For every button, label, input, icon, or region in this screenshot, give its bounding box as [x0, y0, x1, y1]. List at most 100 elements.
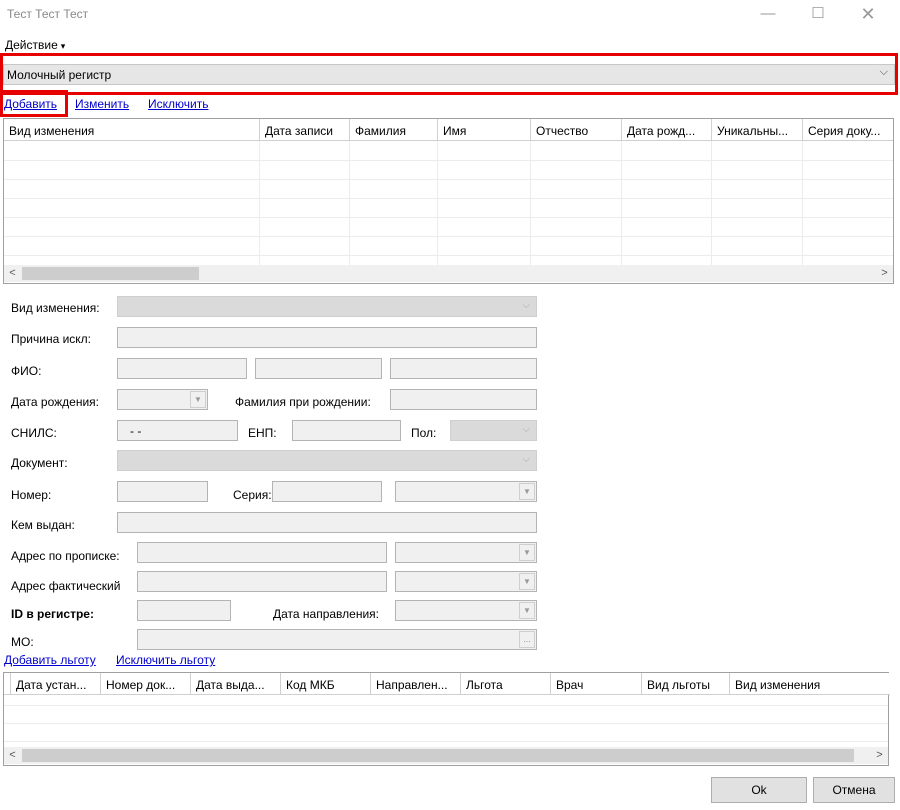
- exclude-reason-label: Причина искл:: [11, 332, 92, 346]
- column-header[interactable]: Фамилия: [350, 119, 438, 141]
- change-type-select[interactable]: ⌵: [117, 296, 537, 317]
- window-title: Тест Тест Тест: [7, 7, 89, 21]
- fact-address-field[interactable]: [137, 571, 387, 592]
- referral-date-label: Дата направления:: [273, 607, 379, 621]
- column-header[interactable]: Вид изменения: [4, 119, 260, 141]
- birth-date-label: Дата рождения:: [11, 395, 99, 409]
- mo-field[interactable]: ...: [137, 629, 537, 650]
- snils-label: СНИЛС:: [11, 426, 57, 440]
- horizontal-scrollbar[interactable]: < >: [4, 265, 893, 282]
- column-header[interactable]: Направлен...: [371, 673, 461, 695]
- grid-col-line: [711, 141, 712, 265]
- records-grid[interactable]: Вид изменения Дата записи Фамилия Имя От…: [3, 118, 894, 284]
- referral-date-picker[interactable]: ▼: [395, 600, 537, 621]
- exclude-link[interactable]: Исключить: [148, 97, 208, 111]
- column-header[interactable]: Серия доку...: [803, 119, 893, 141]
- reg-address-field[interactable]: [137, 542, 387, 563]
- scroll-thumb[interactable]: [22, 749, 854, 762]
- scroll-right-icon[interactable]: >: [871, 747, 888, 764]
- scroll-right-icon[interactable]: >: [876, 265, 893, 282]
- column-header[interactable]: Льгота: [461, 673, 551, 695]
- series-select[interactable]: ▼: [395, 481, 537, 502]
- exclude-benefit-link[interactable]: Исключить льготу: [116, 653, 215, 667]
- grid-row-line: [4, 236, 893, 237]
- benefits-grid[interactable]: Дата устан... Номер док... Дата выда... …: [3, 672, 890, 766]
- dropdown-arrow-icon[interactable]: ▼: [519, 573, 535, 590]
- register-select[interactable]: Молочный регистр ⌵: [3, 64, 895, 85]
- chevron-down-icon: ⌵: [879, 66, 888, 78]
- mo-label: МО:: [11, 635, 34, 649]
- column-header[interactable]: Вид изменения: [730, 673, 890, 695]
- birth-surname-field[interactable]: [390, 389, 537, 410]
- grid-row-line: [4, 723, 888, 724]
- grid-col-line: [349, 141, 350, 265]
- dropdown-arrow-icon[interactable]: ▼: [519, 483, 535, 500]
- cancel-button[interactable]: Отмена: [813, 777, 895, 803]
- benefits-horizontal-scrollbar[interactable]: < >: [4, 747, 888, 764]
- reg-address-select[interactable]: ▼: [395, 542, 537, 563]
- column-header[interactable]: Дата устан...: [11, 673, 101, 695]
- change-type-label: Вид изменения:: [11, 301, 100, 315]
- ok-button[interactable]: Ok: [711, 777, 807, 803]
- register-select-value: Молочный регистр: [7, 68, 112, 82]
- edit-link[interactable]: Изменить: [75, 97, 129, 111]
- exclude-reason-field[interactable]: [117, 327, 537, 348]
- document-label: Документ:: [11, 456, 68, 470]
- column-header[interactable]: Вид льготы: [642, 673, 730, 695]
- column-header[interactable]: Код МКБ: [281, 673, 371, 695]
- issued-by-label: Кем выдан:: [11, 518, 75, 532]
- action-menu[interactable]: Действие ▾: [5, 38, 65, 52]
- document-select[interactable]: ⌵: [117, 450, 537, 471]
- patronymic-field[interactable]: [390, 358, 537, 379]
- close-icon[interactable]: ✕: [846, 2, 890, 28]
- birth-date-picker[interactable]: ▼: [117, 389, 208, 410]
- sex-label: Пол:: [411, 426, 437, 440]
- add-benefit-link[interactable]: Добавить льготу: [4, 653, 96, 667]
- row-header-stub: [4, 673, 11, 695]
- minimize-icon[interactable]: —: [746, 2, 790, 28]
- grid-col-line: [259, 141, 260, 265]
- scroll-left-icon[interactable]: <: [4, 747, 21, 764]
- number-field[interactable]: [117, 481, 208, 502]
- grid-row-line: [4, 741, 888, 742]
- maximize-icon[interactable]: ☐: [796, 2, 840, 28]
- column-header[interactable]: Отчество: [531, 119, 622, 141]
- reg-address-label: Адрес по прописке:: [11, 549, 120, 563]
- column-header[interactable]: Имя: [438, 119, 531, 141]
- dropdown-arrow-icon[interactable]: ▼: [190, 391, 206, 408]
- grid-row-line: [4, 160, 893, 161]
- registry-id-label: ID в регистре:: [11, 607, 94, 621]
- series-label: Серия:: [233, 488, 272, 502]
- grid-col-line: [530, 141, 531, 265]
- fact-address-label: Адрес фактический: [11, 579, 121, 593]
- scroll-left-icon[interactable]: <: [4, 265, 21, 282]
- dropdown-arrow-icon[interactable]: ▼: [519, 544, 535, 561]
- enp-field[interactable]: [292, 420, 401, 441]
- sex-select[interactable]: ⌵: [450, 420, 537, 441]
- chevron-down-icon: ⌵: [522, 454, 530, 465]
- name-field[interactable]: [255, 358, 382, 379]
- column-header[interactable]: Дата рожд...: [622, 119, 712, 141]
- issued-by-field[interactable]: [117, 512, 537, 533]
- column-header[interactable]: Врач: [551, 673, 642, 695]
- surname-field[interactable]: [117, 358, 247, 379]
- dropdown-arrow-icon[interactable]: ▼: [519, 602, 535, 619]
- registry-id-field[interactable]: [137, 600, 231, 621]
- grid-row-line: [4, 198, 893, 199]
- snils-field[interactable]: - -: [117, 420, 238, 441]
- chevron-down-icon: ⌵: [522, 424, 530, 435]
- mo-browse-button[interactable]: ...: [519, 631, 535, 648]
- column-header[interactable]: Номер док...: [101, 673, 191, 695]
- add-link[interactable]: Добавить: [4, 97, 57, 111]
- scroll-thumb[interactable]: [22, 267, 199, 280]
- fact-address-select[interactable]: ▼: [395, 571, 537, 592]
- benefits-grid-header: Дата устан... Номер док... Дата выда... …: [4, 673, 890, 695]
- column-header[interactable]: Дата записи: [260, 119, 350, 141]
- grid-row-line: [4, 705, 888, 706]
- grid-col-line: [621, 141, 622, 265]
- action-menu-label: Действие: [5, 38, 58, 52]
- series-field[interactable]: [272, 481, 382, 502]
- records-grid-header: Вид изменения Дата записи Фамилия Имя От…: [4, 119, 893, 141]
- column-header[interactable]: Дата выда...: [191, 673, 281, 695]
- column-header[interactable]: Уникальны...: [712, 119, 803, 141]
